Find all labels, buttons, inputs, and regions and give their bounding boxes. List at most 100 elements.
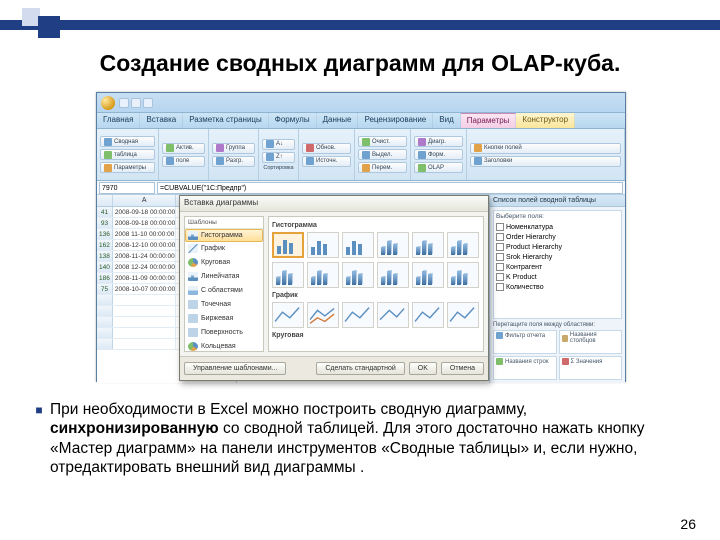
excel-workarea: A B C 412008-09-18 00:00:00 932008-09-18… [97,195,625,383]
bullet-marker-icon: ■ [28,400,50,478]
fieldlist-area-filter: Фильтр отчета [493,330,557,354]
slide-accent-band [0,20,720,30]
name-box: 7970 [99,182,155,194]
slide-accent-square-dark [38,16,60,38]
cancel-button: Отмена [441,362,484,375]
fieldlist-item: Srok Hierarchy [496,252,619,262]
chart-thumb [272,262,304,288]
chart-type-item: Круговая [185,256,263,270]
chart-type-list: Шаблоны Гистограмма График Круговая Лине… [184,216,264,352]
fieldlist-area-values: Σ Значения [559,356,623,380]
ribbon-body: Сводная таблица Параметры Актив. поле Гр… [97,129,625,181]
chart-thumb [342,232,374,258]
chart-thumb [377,232,409,258]
chart-thumb [272,302,304,328]
chart-thumb [412,302,444,328]
fieldlist-area-rows: Названия строк [493,356,557,380]
chart-thumb [377,302,409,328]
dialog-title: Вставка диаграммы [180,196,488,212]
quick-access-toolbar [119,98,153,108]
gallery-section-label: Круговая [272,332,480,339]
ribbon-button: Сводная [100,136,155,147]
ribbon-button: Выдел. [358,149,407,160]
bullet-content: При необходимости в Excel можно построит… [50,400,693,478]
ribbon-tab-view: Вид [433,113,460,128]
chart-thumb [447,262,479,288]
ok-button: OK [409,362,437,375]
fieldlist-title: Список полей сводной таблицы [490,195,625,207]
bullet-text: ■ При необходимости в Excel можно постро… [28,400,693,478]
fieldlist-area-columns: Названия столбцов [559,330,623,354]
ribbon-tab-options: Параметры [461,113,517,128]
fieldlist-item: Номенклатура [496,222,619,232]
ribbon-button: Источн. [302,156,351,167]
chart-thumb [307,232,339,258]
fieldlist-item: K Product [496,272,619,282]
ribbon-tab-formulas: Формулы [269,113,317,128]
slide-title: Создание сводных диаграмм для OLAP-куба. [0,50,720,77]
fieldlist-item: Order Hierarchy [496,232,619,242]
fieldlist-drag-hint: Перетащите поля между областями: [490,322,625,330]
ribbon-button: Очист. [358,136,407,147]
chart-type-item: Биржевая [185,312,263,326]
office-orb-icon [101,96,115,110]
dialog-footer: Управление шаблонами... Сделать стандарт… [180,356,488,380]
fieldlist-item: Контрагент [496,262,619,272]
gallery-section-label: Гистограмма [272,222,480,229]
ribbon-button: Диагр. [414,136,463,147]
ribbon-button: Параметры [100,162,155,173]
chart-type-item: Точечная [185,298,263,312]
ribbon-button: OLAP [414,162,463,173]
fieldlist-item: Product Hierarchy [496,242,619,252]
chart-thumb [412,232,444,258]
chart-thumb [307,302,339,328]
ribbon-tab-data: Данные [317,113,359,128]
ribbon-button: поле [162,156,205,167]
fieldlist-choose-label: Выберите поля: [496,213,619,220]
pivot-field-list: Список полей сводной таблицы Выберите по… [489,195,625,383]
ribbon-button: Форм. [414,149,463,160]
chart-type-item: С областями [185,284,263,298]
chart-type-item: Линейчатая [185,270,263,284]
chart-thumb [272,232,304,258]
ribbon-tab-review: Рецензирование [358,113,433,128]
insert-chart-dialog: Вставка диаграммы Шаблоны Гистограмма Гр… [179,195,489,381]
ribbon-button: Группа [212,143,255,154]
ribbon-button: Обнов. [302,143,351,154]
ribbon-button: Z↑ [262,152,295,163]
formula-box: =CUBVALUE("1C:Предпр") [157,182,623,194]
ribbon-button: Разгр. [212,156,255,167]
chart-thumb [342,262,374,288]
excel-screenshot: Главная Вставка Разметка страницы Формул… [96,92,626,382]
excel-titlebar [97,93,625,113]
chart-type-item: Поверхность [185,326,263,340]
chart-thumb [307,262,339,288]
chart-thumb [377,262,409,288]
ribbon-button: Перем. [358,162,407,173]
chart-thumb [412,262,444,288]
ribbon-tab-home: Главная [97,113,140,128]
chart-type-item: Кольцевая [185,340,263,352]
ribbon-button: Заголовки [470,156,621,167]
chart-type-item: Гистограмма [185,229,263,242]
chart-thumb [447,302,479,328]
ribbon-tabs: Главная Вставка Разметка страницы Формул… [97,113,625,129]
ribbon-tab-design: Конструктор [516,113,575,128]
ribbon-button: A↓ [262,139,295,150]
chart-gallery: Гистограмма [268,216,484,352]
chart-thumb [447,232,479,258]
chart-type-item: График [185,242,263,256]
page-number: 26 [680,516,696,532]
templates-label: Шаблоны [185,217,263,229]
formula-bar: 7970 =CUBVALUE("1C:Предпр") [97,181,625,195]
fieldlist-item: Количество [496,282,619,292]
ribbon-button: Актив. [162,143,205,154]
ribbon-tab-insert: Вставка [140,113,183,128]
set-default-button: Сделать стандартной [316,362,404,375]
ribbon-tab-pagelayout: Разметка страницы [183,113,269,128]
ribbon-button: таблица [100,149,155,160]
manage-templates-button: Управление шаблонами... [184,362,286,375]
ribbon-button: Кнопки полей [470,143,621,154]
chart-thumb [342,302,374,328]
gallery-section-label: График [272,292,480,299]
